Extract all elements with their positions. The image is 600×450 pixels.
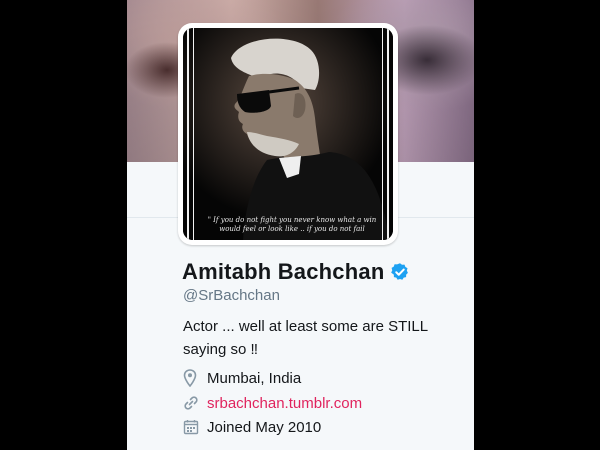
profile-panel: " If you do not fight you never know wha… (127, 0, 474, 450)
profile-bio: Actor ... well at least some are STILL s… (183, 315, 453, 361)
calendar-icon (183, 418, 203, 436)
profile-handle[interactable]: @SrBachchan (183, 287, 280, 304)
avatar-quote-caption: " If you do not fight you never know wha… (205, 216, 379, 234)
profile-bio-line-2: saying so ‼ (183, 341, 259, 358)
avatar[interactable]: " If you do not fight you never know wha… (183, 28, 393, 240)
left-letterbox (0, 0, 127, 450)
avatar-quote-line-2: would feel or look like .. if you do not… (219, 225, 365, 233)
profile-location: Mumbai, India (207, 369, 302, 387)
avatar-border-stripe (387, 28, 389, 240)
profile-name[interactable]: Amitabh Bachchan (182, 259, 384, 285)
profile-bio-line-1: Actor ... well at least some are STILL (183, 318, 429, 335)
verified-badge-icon[interactable] (390, 262, 410, 282)
avatar-border-stripe (193, 28, 194, 240)
profile-joined-date: Joined May 2010 (207, 418, 322, 436)
link-icon (183, 394, 203, 412)
avatar-portrait-image (183, 28, 393, 240)
avatar-quote-line-1: " If you do not fight you never know wha… (207, 216, 377, 224)
right-letterbox (474, 0, 600, 450)
profile-name-row: Amitabh Bachchan (182, 259, 410, 285)
profile-location-row: Mumbai, India (183, 369, 301, 387)
avatar-border-stripe (187, 28, 189, 240)
profile-website-link[interactable]: srbachchan.tumblr.com (207, 395, 362, 412)
avatar-border-stripe (382, 28, 383, 240)
profile-website-row: srbachchan.tumblr.com (183, 394, 362, 412)
profile-joined-row: Joined May 2010 (183, 418, 321, 436)
map-pin-icon (183, 369, 203, 387)
avatar-frame[interactable]: " If you do not fight you never know wha… (178, 23, 398, 245)
